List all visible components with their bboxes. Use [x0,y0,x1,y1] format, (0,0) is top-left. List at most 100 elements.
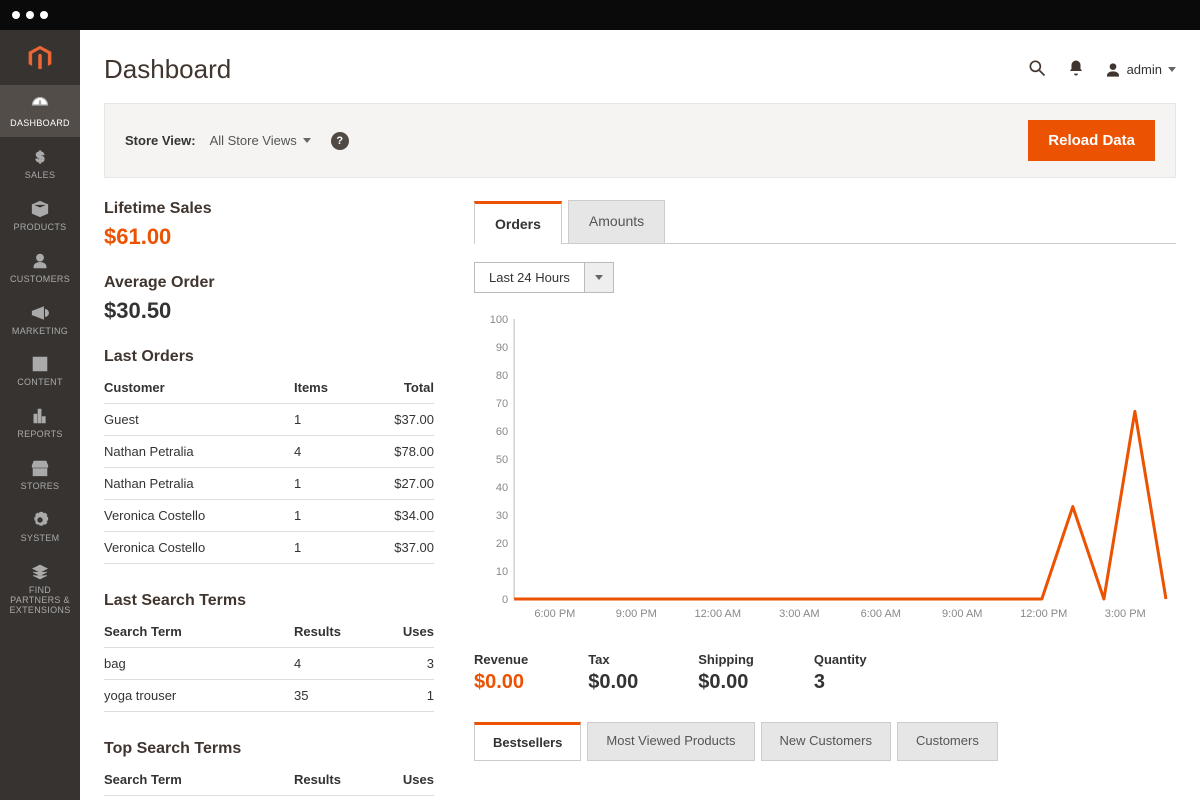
nav-stores[interactable]: STORES [0,448,80,500]
kpi-quantity-label: Quantity [814,652,867,667]
svg-text:12:00 PM: 12:00 PM [1020,608,1067,620]
nav-label: CONTENT [17,378,63,388]
bars-icon [30,406,50,426]
nav-label: REPORTS [17,430,62,440]
nav-label: PRODUCTS [14,223,67,233]
person-icon [30,251,50,271]
search-icon[interactable] [1027,58,1047,81]
nav-marketing[interactable]: MARKETING [0,293,80,345]
nav-system[interactable]: SYSTEM [0,500,80,552]
tab-customers[interactable]: Customers [897,722,998,761]
col-results: Results [294,624,364,639]
col-results: Results [294,772,364,787]
nav-products[interactable]: PRODUCTS [0,189,80,241]
col-uses: Uses [364,624,434,639]
partners-icon [30,562,50,582]
svg-text:70: 70 [496,398,508,410]
cell: Veronica Costello [104,508,294,523]
svg-text:60: 60 [496,426,508,438]
cell: bag [104,656,294,671]
cell: $37.00 [364,412,434,427]
chevron-down-icon [584,263,613,292]
window-dot [40,11,48,19]
user-icon [1105,62,1121,78]
user-menu[interactable]: admin [1105,62,1176,78]
tab-new-customers[interactable]: New Customers [761,722,891,761]
cell: Nathan Petralia [104,476,294,491]
tab-amounts[interactable]: Amounts [568,200,665,243]
cell: Guest [104,412,294,427]
top-search-title: Top Search Terms [104,740,434,758]
store-icon [30,458,50,478]
kpi-tax-value: $0.00 [588,671,638,694]
nav-label: DASHBOARD [10,119,70,129]
store-view-label: Store View: [125,133,196,148]
range-select[interactable]: Last 24 Hours [474,262,614,293]
svg-text:50: 50 [496,454,508,466]
table-row[interactable]: yoga trouser351 [104,680,434,712]
table-row[interactable]: Nathan Petralia1$27.00 [104,468,434,500]
table-row[interactable]: Guest1$37.00 [104,404,434,436]
cell: 4 [294,444,364,459]
nav-customers[interactable]: CUSTOMERS [0,241,80,293]
gear-icon [30,510,50,530]
store-view-select[interactable]: All Store Views [210,133,311,148]
dollar-icon: $ [30,147,50,167]
window-titlebar [0,0,1200,30]
nav-sales[interactable]: $SALES [0,137,80,189]
top-search-table: Top Search Terms Search Term Results Use… [104,740,434,796]
cell: Veronica Costello [104,540,294,555]
range-label: Last 24 Hours [475,263,584,292]
bell-icon[interactable] [1067,59,1085,80]
svg-text:80: 80 [496,370,508,382]
help-icon[interactable]: ? [331,132,349,150]
last-orders-table: Last Orders Customer Items Total Guest1$… [104,348,434,564]
table-row[interactable]: Nathan Petralia4$78.00 [104,436,434,468]
kpi-revenue-label: Revenue [474,652,528,667]
last-orders-title: Last Orders [104,348,434,366]
col-search-term: Search Term [104,772,294,787]
svg-text:6:00 AM: 6:00 AM [861,608,901,620]
cell: $27.00 [364,476,434,491]
box-icon [30,199,50,219]
svg-text:100: 100 [490,314,508,326]
nav-label: FIND PARTNERS & EXTENSIONS [4,586,76,616]
tab-most-viewed[interactable]: Most Viewed Products [587,722,754,761]
reload-data-button[interactable]: Reload Data [1028,120,1155,161]
store-view-value: All Store Views [210,133,297,148]
svg-text:20: 20 [496,538,508,550]
tab-orders[interactable]: Orders [474,201,562,244]
svg-text:30: 30 [496,510,508,522]
chevron-down-icon [1168,67,1176,72]
average-order-value: $30.50 [104,298,434,324]
table-row[interactable]: Veronica Costello1$34.00 [104,500,434,532]
last-search-title: Last Search Terms [104,592,434,610]
nav-reports[interactable]: REPORTS [0,396,80,448]
nav-find-partners-extensions[interactable]: FIND PARTNERS & EXTENSIONS [0,552,80,624]
cell: 1 [294,412,364,427]
cell: $78.00 [364,444,434,459]
window-dot [12,11,20,19]
table-row[interactable]: Veronica Costello1$37.00 [104,532,434,564]
magento-logo[interactable] [0,30,80,85]
nav-label: STORES [21,482,60,492]
table-row[interactable]: bag43 [104,648,434,680]
kpi-tax-label: Tax [588,652,638,667]
svg-text:12:00 AM: 12:00 AM [695,608,742,620]
svg-text:9:00 PM: 9:00 PM [616,608,657,620]
nav-label: SYSTEM [21,534,60,544]
nav-dashboard[interactable]: DASHBOARD [0,85,80,137]
chevron-down-icon [303,138,311,143]
col-items: Items [294,380,364,395]
tab-bestsellers[interactable]: Bestsellers [474,722,581,761]
nav-content[interactable]: CONTENT [0,344,80,396]
admin-sidebar: DASHBOARD $SALES PRODUCTS CUSTOMERSMARKETIN… [0,30,80,800]
kpi-shipping-label: Shipping [698,652,754,667]
svg-text:10: 10 [496,566,508,578]
cell: 1 [364,688,434,703]
cell: yoga trouser [104,688,294,703]
cell: 1 [294,508,364,523]
dashboard-icon [30,95,50,115]
window-dot [26,11,34,19]
megaphone-icon [30,303,50,323]
